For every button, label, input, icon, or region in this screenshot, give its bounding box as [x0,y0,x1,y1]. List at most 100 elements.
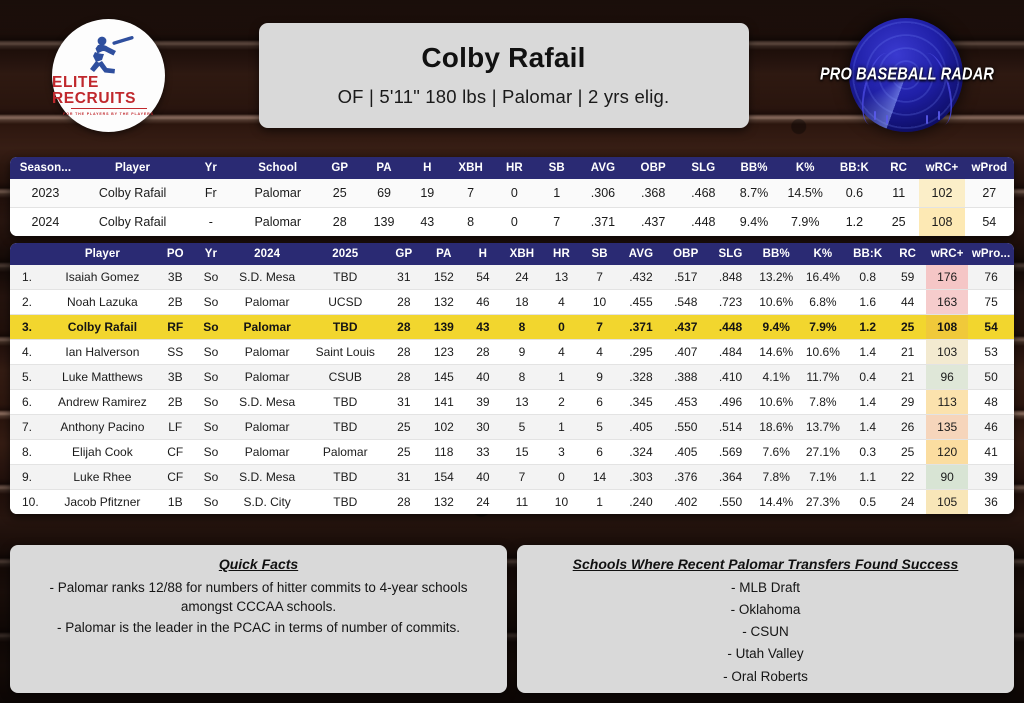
table-row[interactable]: 2023 Colby Rafail Fr Palomar 25 69 19 7 0 1.306.3… [10,179,1014,208]
cell-xbh: 13 [501,389,543,415]
column-header-avg[interactable]: AVG [577,157,629,179]
column-header-wprod[interactable]: wProd [964,157,1014,179]
table-row[interactable]: 10. Jacob Pfitzner 1B So S.D. City TBD 28 132 24… [10,489,1014,514]
cell-slg: .448 [691,215,716,229]
cell-rank: 5. [10,364,49,390]
column-header-slg[interactable]: SLG [708,243,753,265]
elite-recruits-rule [70,108,147,110]
column-header-sb[interactable]: SB [535,157,578,179]
cell-rc: 59 [889,265,927,290]
table-row[interactable]: 7. Anthony Pacino LF So Palomar TBD 25 102 30 5 1 5… [10,414,1014,440]
table-row[interactable]: 9. Luke Rhee CF So S.D. Mesa TBD 31 154 40 7 0 14.3… [10,464,1014,490]
table-row[interactable]: 6. Andrew Ramirez 2B So S.D. Mesa TBD 31 141 39 1… [10,389,1014,415]
column-header-bb[interactable]: BB% [752,243,800,265]
column-header-season[interactable]: Season... [10,157,81,179]
cell-2025: Saint Louis [306,339,385,365]
season-table-body: 2023 Colby Rafail Fr Palomar 25 69 19 7 0 1.306.3… [10,179,1014,236]
cell-rc: 22 [889,464,927,490]
cell-avg: .345 [618,389,664,415]
column-header-xbh[interactable]: XBH [447,157,494,179]
table-row[interactable]: 2. Noah Lazuka 2B So Palomar UCSD 28 132 46 18 4 10… [10,289,1014,315]
column-header-h[interactable]: H [406,157,448,179]
cell-obp: .437 [663,314,709,340]
cell-2024: Palomar [228,414,307,440]
cell-season: 2024 [31,215,60,229]
column-header-pa[interactable]: PA [423,243,465,265]
cell-yr: So [193,364,229,390]
cell-wrc-plus: 135 [926,414,969,440]
column-header-hr[interactable]: HR [493,157,536,179]
cell-h: 28 [464,339,502,365]
column-header-avg[interactable]: AVG [618,243,664,265]
column-header-wpro[interactable]: wPro... [968,243,1014,265]
column-header-rc[interactable]: RC [889,243,927,265]
column-header-school[interactable]: School [237,157,319,179]
column-header-bb-k[interactable]: BB:K [846,243,890,265]
cell-h: 40 [464,364,502,390]
column-header-player[interactable]: Player [80,157,185,179]
cell-2024: S.D. City [243,495,291,509]
transfer-school-item: - Utah Valley [727,646,804,662]
cell-bb-k: 0.6 [830,179,879,208]
column-header-sb[interactable]: SB [580,243,619,265]
table-row[interactable]: 8. Elijah Cook CF So Palomar Palomar 25 118 33 15… [10,439,1014,465]
cell-k: 6.8% [799,289,847,315]
column-header-bb[interactable]: BB% [728,157,780,179]
cell-rc: 25 [889,314,927,340]
cell-rank: 7. [10,414,49,440]
cell-k: 16.4% [799,265,847,290]
column-header-po[interactable]: PO [156,243,194,265]
cell-hr: 4 [542,289,581,315]
table-row[interactable]: 4. Ian Halverson SS So Palomar Saint Louis 28 1… [10,339,1014,365]
cell-sb: 4 [580,339,619,365]
table-row[interactable]: 1. Isaiah Gomez 3B So S.D. Mesa TBD 31 152 54 24 1… [10,265,1014,290]
cell-wrc-plus: 108 [919,207,965,236]
cell-obp: .453 [663,389,709,415]
cell-gp: 25 [384,439,424,465]
cell-pa: 69 [361,179,407,208]
column-header-player[interactable]: Player [48,243,157,265]
column-header-pa[interactable]: PA [361,157,407,179]
column-header-yr[interactable]: Yr [193,243,229,265]
table-row[interactable]: 2024 Colby Rafail - Palomar 28 139 43 8 0 7 .371 .4… [10,207,1014,236]
column-header-2024[interactable]: 2024 [228,243,307,265]
cell-po: 2B [156,389,194,415]
column-header-gp[interactable]: GP [318,157,362,179]
column-header-wrc[interactable]: wRC+ [926,243,969,265]
cell-obp: .405 [663,439,709,465]
cell-wpro: 54 [968,314,1014,340]
column-header-gp[interactable]: GP [384,243,424,265]
column-header-hr[interactable]: HR [542,243,581,265]
column-header-rc[interactable]: RC [878,157,920,179]
column-header-wrc[interactable]: wRC+ [919,157,965,179]
cell-2025: TBD [306,314,385,340]
column-header-h[interactable]: H [464,243,502,265]
cell-obp: .368 [628,179,679,208]
column-header-xbh[interactable]: XBH [501,243,543,265]
cell-sb: 1 [596,495,603,509]
column-header-rank[interactable] [10,243,49,265]
cell-slg: .723 [708,289,753,315]
column-header-yr[interactable]: Yr [184,157,238,179]
column-header-bb-k[interactable]: BB:K [830,157,879,179]
cell-bb: 4.1% [752,364,800,390]
column-header-2025[interactable]: 2025 [306,243,385,265]
column-header-obp[interactable]: OBP [663,243,709,265]
cell-bb: 10.6% [752,289,800,315]
cell-wpro: 75 [968,289,1014,315]
cell-player: Ian Halverson [48,339,157,365]
column-header-obp[interactable]: OBP [628,157,679,179]
cell-sb: 7 [580,314,619,340]
column-header-slg[interactable]: SLG [678,157,729,179]
baseball-stitch [874,111,876,120]
cell-gp: 31 [384,389,424,415]
table-row[interactable]: 3. Colby Rafail RF So Palomar TBD 28 139 43 8 0 7.3… [10,314,1014,340]
cell-pa: 139 [373,215,395,229]
table-row[interactable]: 5. Luke Matthews 3B So Palomar CSUB 28 145 40 8 1 9… [10,364,1014,390]
column-header-k[interactable]: K% [779,157,831,179]
baseball-stitch [886,115,888,124]
cell-bb: 14.4% [759,495,794,509]
cell-pa: 118 [423,439,465,465]
column-header-k[interactable]: K% [799,243,847,265]
cell-avg: .324 [618,439,664,465]
